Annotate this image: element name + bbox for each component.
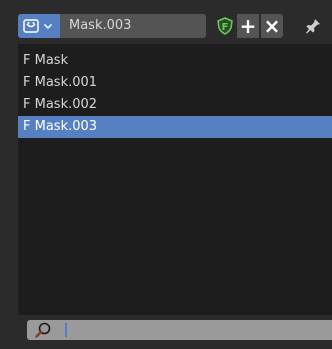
pin-button[interactable] bbox=[302, 14, 324, 38]
fake-user-button[interactable]: F bbox=[214, 14, 236, 38]
chevron-down-icon bbox=[43, 23, 53, 30]
list-item[interactable]: F Mask.003 bbox=[18, 116, 332, 138]
text-caret bbox=[65, 323, 67, 337]
mask-datablock-icon bbox=[23, 19, 39, 33]
search-icon bbox=[35, 322, 51, 338]
mask-datablock-header: Mask.003 F + × bbox=[18, 14, 332, 38]
mask-name-field[interactable]: Mask.003 bbox=[60, 14, 206, 38]
search-input[interactable] bbox=[61, 322, 321, 338]
unlink-mask-button[interactable]: × bbox=[261, 14, 283, 38]
mask-list: F Mask F Mask.001 F Mask.002 F Mask.003 bbox=[18, 44, 332, 315]
list-item[interactable]: F Mask.001 bbox=[18, 72, 332, 94]
list-item[interactable]: F Mask bbox=[18, 50, 332, 72]
shield-icon: F bbox=[217, 17, 233, 35]
search-bar[interactable] bbox=[27, 320, 332, 340]
pin-icon bbox=[306, 19, 320, 34]
svg-text:F: F bbox=[222, 22, 229, 33]
list-item[interactable]: F Mask.002 bbox=[18, 94, 332, 116]
new-mask-button[interactable]: + bbox=[237, 14, 259, 38]
mask-browse-button[interactable] bbox=[18, 14, 60, 38]
close-icon: × bbox=[263, 14, 281, 38]
search-icon-wrapper bbox=[31, 320, 55, 340]
add-icon: + bbox=[239, 14, 257, 38]
mask-selector-panel: Mask.003 F + × F Mask F Mask.001 F Mask.00… bbox=[0, 0, 332, 349]
